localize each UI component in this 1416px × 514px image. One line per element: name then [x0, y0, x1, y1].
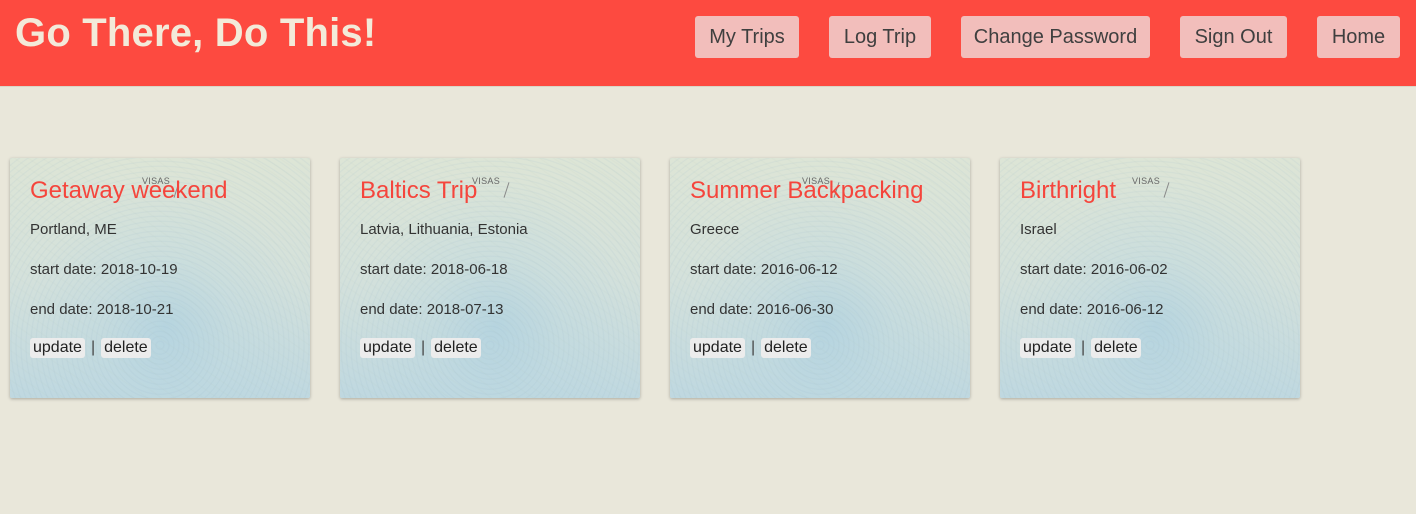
trip-title: Summer Backpacking — [690, 177, 924, 204]
delete-button[interactable]: delete — [761, 338, 811, 358]
delete-button[interactable]: delete — [431, 338, 481, 358]
trip-end-date: end date: 2018-07-13 — [360, 301, 504, 318]
log-trip-button[interactable]: Log Trip — [829, 16, 931, 58]
action-separator: | — [420, 339, 426, 356]
sign-out-button[interactable]: Sign Out — [1180, 16, 1287, 58]
trip-title: Birthright — [1020, 177, 1117, 204]
action-separator: | — [90, 339, 96, 356]
trip-end-date: end date: 2016-06-30 — [690, 301, 834, 318]
trip-start-date: start date: 2016-06-02 — [1020, 261, 1168, 278]
trip-card: VISAS Summer Backpacking Greece start da… — [670, 158, 970, 398]
delete-button[interactable]: delete — [1091, 338, 1141, 358]
trip-card: VISAS Getaway weekend Portland, ME start… — [10, 158, 310, 398]
my-trips-button[interactable]: My Trips — [695, 16, 799, 58]
change-password-button[interactable]: Change Password — [961, 16, 1150, 58]
trip-title: Baltics Trip — [360, 177, 478, 204]
top-navbar: Go There, Do This! My Trips Log Trip Cha… — [0, 0, 1416, 87]
trip-end-date: end date: 2018-10-21 — [30, 301, 174, 318]
trip-location: Portland, ME — [30, 221, 117, 238]
trip-card: VISAS Birthright Israel start date: 2016… — [1000, 158, 1300, 398]
trip-start-date: start date: 2018-06-18 — [360, 261, 508, 278]
trip-start-date: start date: 2018-10-19 — [30, 261, 178, 278]
home-button[interactable]: Home — [1317, 16, 1400, 58]
delete-button[interactable]: delete — [101, 338, 151, 358]
trip-actions: update | delete — [30, 338, 151, 358]
stamp-divider — [1163, 182, 1170, 198]
action-separator: | — [750, 339, 756, 356]
trip-start-date: start date: 2016-06-12 — [690, 261, 838, 278]
stamp-divider — [503, 182, 510, 198]
trip-card: VISAS Baltics Trip Latvia, Lithuania, Es… — [340, 158, 640, 398]
trip-actions: update | delete — [360, 338, 481, 358]
trip-actions: update | delete — [690, 338, 811, 358]
brand-title[interactable]: Go There, Do This! — [15, 11, 376, 56]
update-button[interactable]: update — [1020, 338, 1075, 358]
update-button[interactable]: update — [360, 338, 415, 358]
trip-location: Latvia, Lithuania, Estonia — [360, 221, 528, 238]
update-button[interactable]: update — [30, 338, 85, 358]
trip-location: Greece — [690, 221, 740, 238]
trip-title: Getaway weekend — [30, 177, 228, 204]
action-separator: | — [1080, 339, 1086, 356]
trip-end-date: end date: 2016-06-12 — [1020, 301, 1164, 318]
update-button[interactable]: update — [690, 338, 745, 358]
visas-stamp: VISAS — [1132, 176, 1161, 186]
trip-actions: update | delete — [1020, 338, 1141, 358]
trip-location: Israel — [1020, 221, 1057, 238]
